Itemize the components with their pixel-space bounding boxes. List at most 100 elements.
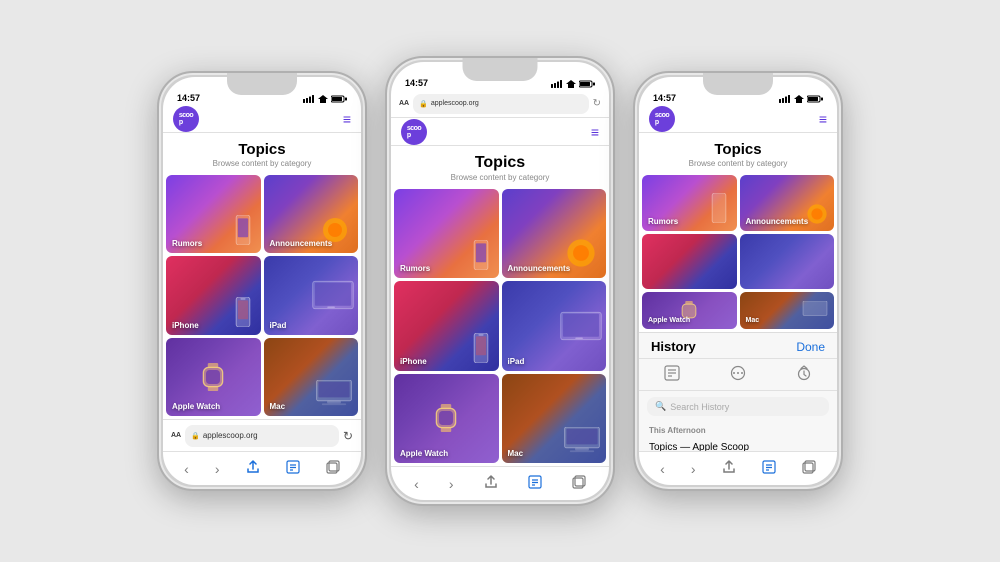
grid-label-announcements-2: Announcements: [508, 264, 571, 273]
scoop-logo-1: scoop: [173, 106, 199, 132]
history-search-bar[interactable]: 🔍 Search History: [647, 397, 829, 416]
grid-item-watch-2[interactable]: Apple Watch: [394, 374, 499, 463]
url-aa-1[interactable]: AA: [171, 432, 181, 439]
topics-grid-partial-3: Rumors Announcements: [639, 172, 837, 292]
history-item-0[interactable]: Topics — Apple Scoop applescoop.org/topi…: [639, 437, 837, 451]
topics-subtitle-3: Browse content by category: [639, 159, 837, 168]
status-time-2: 14:57: [405, 78, 428, 88]
notch-1: [227, 73, 297, 95]
bookmarks-icon-1[interactable]: [286, 460, 300, 477]
url-text-1: applescoop.org: [203, 431, 258, 440]
nav-bar-1: scoop ≡: [163, 105, 361, 133]
phone-3: 14:57 scoop ≡ Topics Browse content by c…: [633, 71, 843, 491]
grid-item-iphone-1[interactable]: iPhone: [166, 256, 261, 334]
grid-label-rumors-3: Rumors: [648, 217, 678, 226]
top-url-bar-2[interactable]: 🔒 applescoop.org: [413, 94, 588, 114]
search-placeholder: Search History: [670, 402, 729, 412]
history-tabs: [639, 359, 837, 391]
grid-item-announcements-2[interactable]: Announcements: [502, 189, 607, 278]
forward-icon-3[interactable]: ›: [691, 461, 696, 477]
top-url-text-2: applescoop.org: [431, 100, 479, 107]
nav-bar-2: scoop ≡: [391, 118, 609, 146]
bottom-nav-1: ‹ ›: [163, 451, 361, 485]
tabs-icon-3[interactable]: [802, 460, 816, 477]
topics-subtitle-2: Browse content by category: [391, 173, 609, 182]
back-icon-3[interactable]: ‹: [660, 461, 665, 477]
grid-label-watch-partial-3: Apple Watch: [648, 317, 690, 324]
grid-item-rumors-1[interactable]: Rumors: [166, 175, 261, 253]
scoop-logo-3: scoop: [649, 106, 675, 132]
menu-icon-3[interactable]: ≡: [819, 111, 827, 127]
history-title: History: [651, 339, 696, 354]
grid-item-iphone-2[interactable]: iPhone: [394, 281, 499, 370]
top-lock-icon-2: 🔒: [419, 100, 428, 108]
forward-icon-1[interactable]: ›: [215, 461, 220, 477]
grid-item-ipad-2[interactable]: iPad: [502, 281, 607, 370]
top-aa-2[interactable]: AA: [399, 100, 409, 107]
back-icon-2[interactable]: ‹: [414, 476, 419, 492]
menu-icon-1[interactable]: ≡: [343, 111, 351, 127]
phone-1: 14:57 scoop ≡ Topics Browse content by c…: [157, 71, 367, 491]
grid-label-ipad-2: iPad: [508, 357, 525, 366]
grid-label-mac-2: Mac: [508, 449, 524, 458]
menu-icon-2[interactable]: ≡: [591, 124, 599, 140]
history-panel: History Done 🔍 Search History: [639, 332, 837, 451]
grid-item-ipad-1[interactable]: iPad: [264, 256, 359, 334]
search-icon-history: 🔍: [655, 401, 666, 412]
nav-bar-3: scoop ≡: [639, 105, 837, 133]
topics-header-3: Topics Browse content by category: [639, 133, 837, 172]
bottom-nav-3: ‹ ›: [639, 451, 837, 485]
topics-grid-1: Rumors Announcements iPhone iPad Apple W…: [163, 172, 361, 419]
notch-3: [703, 73, 773, 95]
share-icon-1[interactable]: [246, 460, 260, 477]
bookmarks-icon-2[interactable]: [528, 475, 542, 492]
topics-header-1: Topics Browse content by category: [163, 133, 361, 172]
back-icon-1[interactable]: ‹: [184, 461, 189, 477]
history-item-title-0: Topics — Apple Scoop: [649, 442, 827, 451]
scoop-logo-2: scoop: [401, 119, 427, 145]
safari-bottom-1: AA 🔒 applescoop.org ↻: [163, 419, 361, 451]
reading-list-tab-icon[interactable]: [730, 365, 746, 384]
status-time-1: 14:57: [177, 93, 200, 103]
grid-label-watch-1: Apple Watch: [172, 402, 220, 411]
grid-item-announcements-3[interactable]: Announcements: [740, 175, 835, 231]
share-icon-2[interactable]: [484, 475, 498, 492]
grid-item-rumors-3[interactable]: Rumors: [642, 175, 737, 231]
grid-item-rumors-2[interactable]: Rumors: [394, 189, 499, 278]
grid-item-mac-3[interactable]: Mac: [740, 292, 835, 329]
lock-icon-1: 🔒: [191, 432, 200, 440]
grid-item-watch-1[interactable]: Apple Watch: [166, 338, 261, 416]
grid-label-mac-partial-3: Mac: [746, 317, 760, 324]
url-bar-1[interactable]: 🔒 applescoop.org: [185, 425, 339, 447]
grid-item-announcements-1[interactable]: Announcements: [264, 175, 359, 253]
topics-title-3: Topics: [639, 141, 837, 158]
history-tab-icon[interactable]: [796, 365, 812, 384]
share-icon-3[interactable]: [722, 460, 736, 477]
tabs-icon-2[interactable]: [572, 475, 586, 492]
bookmarks-icon-3[interactable]: [762, 460, 776, 477]
grid-item-mac-2[interactable]: Mac: [502, 374, 607, 463]
grid-label-rumors-1: Rumors: [172, 239, 202, 248]
top-refresh-icon-2[interactable]: ↻: [593, 98, 601, 109]
status-icons-3: [779, 95, 823, 103]
grid-label-announcements-1: Announcements: [270, 239, 333, 248]
grid-label-mac-1: Mac: [270, 402, 286, 411]
grid-item-watch-3[interactable]: Apple Watch: [642, 292, 737, 329]
safari-top-bar-2: AA 🔒 applescoop.org ↻: [391, 90, 609, 118]
bottom-nav-2: ‹ ›: [391, 466, 609, 500]
grid-label-announcements-3: Announcements: [746, 217, 809, 226]
notch-2: [463, 58, 538, 81]
grid-item-iphone-3[interactable]: [642, 234, 737, 290]
forward-icon-2[interactable]: ›: [449, 476, 454, 492]
bookmarks-tab-icon[interactable]: [664, 365, 680, 384]
refresh-icon-1[interactable]: ↻: [343, 429, 353, 443]
grid-label-rumors-2: Rumors: [400, 264, 430, 273]
grid-item-mac-1[interactable]: Mac: [264, 338, 359, 416]
grid-item-ipad-3[interactable]: [740, 234, 835, 290]
grid-label-iphone-2: iPhone: [400, 357, 427, 366]
topics-grid-2: Rumors Announcements iPhone iPad Apple W…: [391, 186, 609, 466]
history-done-button[interactable]: Done: [796, 340, 825, 354]
topics-subtitle-1: Browse content by category: [163, 159, 361, 168]
status-time-3: 14:57: [653, 93, 676, 103]
tabs-icon-1[interactable]: [326, 460, 340, 477]
